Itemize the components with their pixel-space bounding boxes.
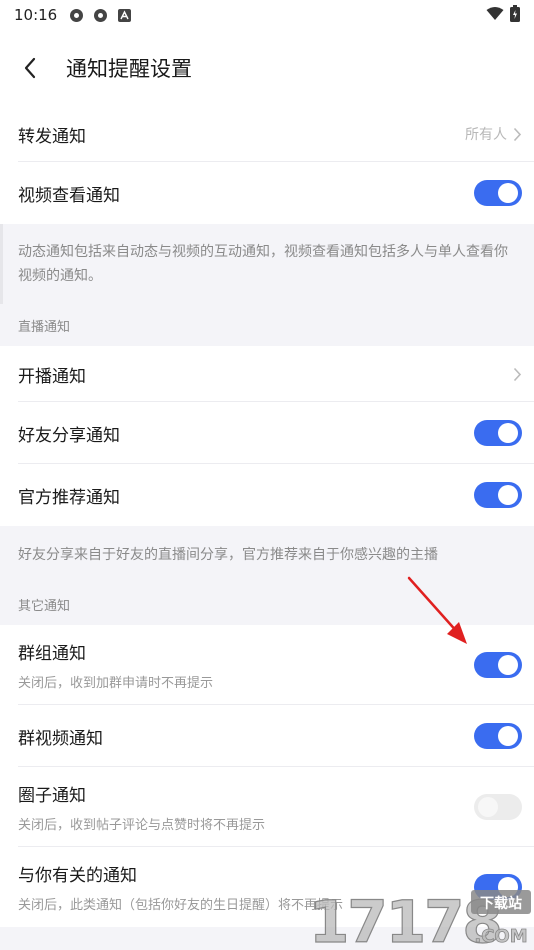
- row-label: 群视频通知: [18, 728, 103, 749]
- section-title-live: 直播通知: [18, 320, 71, 335]
- svg-text:下载站: 下载站: [480, 895, 522, 912]
- group-toggle[interactable]: [474, 652, 522, 678]
- app-notification-icon: [69, 8, 84, 23]
- forward-notification-row[interactable]: 转发通知 所有人: [0, 106, 534, 162]
- group-video-toggle[interactable]: [474, 723, 522, 749]
- row-sublabel: 关闭后，此类通知（包括你好友的生日提醒）将不再提示: [18, 898, 344, 913]
- status-bar: 10:16: [0, 0, 534, 30]
- video-view-notification-row: 视频查看通知: [0, 162, 534, 224]
- row-label: 开播通知: [18, 366, 86, 387]
- row-label: 官方推荐通知: [18, 487, 120, 508]
- row-sublabel: 关闭后，收到加群申请时不再提示: [18, 676, 214, 691]
- annotation-arrow-icon: [407, 576, 467, 644]
- status-time: 10:16: [14, 6, 58, 24]
- back-button[interactable]: [0, 40, 60, 96]
- row-label: 转发通知: [18, 126, 86, 147]
- row-label: 好友分享通知: [18, 425, 120, 446]
- video-view-toggle[interactable]: [474, 180, 522, 206]
- header: 通知提醒设置: [0, 30, 534, 106]
- wifi-icon: [486, 6, 504, 25]
- official-recommend-notification-row: 官方推荐通知: [0, 464, 534, 526]
- live-note: 好友分享来自于好友的直播间分享，官方推荐来自于你感兴趣的主播: [18, 547, 438, 563]
- row-sublabel: 关闭后，收到帖子评论与点赞时将不再提示: [18, 818, 266, 833]
- svg-text:.COM: .COM: [474, 926, 527, 947]
- friend-share-notification-row: 好友分享通知: [0, 402, 534, 464]
- circle-toggle[interactable]: [474, 794, 522, 820]
- go-live-notification-row[interactable]: 开播通知: [0, 346, 534, 402]
- watermark-logo: 17178 下载站 .COM: [305, 882, 534, 950]
- row-label: 群组通知: [18, 644, 86, 664]
- row-label: 圈子通知: [18, 786, 86, 806]
- row-label: 视频查看通知: [18, 185, 120, 206]
- battery-icon: [510, 4, 520, 26]
- app-notification-icon: [93, 8, 108, 23]
- circle-notification-row: 圈子通知 关闭后，收到帖子评论与点赞时将不再提示: [0, 767, 534, 847]
- official-recommend-toggle[interactable]: [474, 482, 522, 508]
- row-label: 与你有关的通知: [18, 866, 137, 886]
- chevron-left-icon: [24, 57, 36, 79]
- chevron-right-icon: [513, 367, 522, 381]
- page-title: 通知提醒设置: [66, 57, 192, 81]
- group-video-notification-row: 群视频通知: [0, 705, 534, 767]
- dynamic-note: 动态通知包括来自动态与视频的互动通知，视频查看通知包括多人与单人查看你视频的通知…: [18, 244, 508, 284]
- friend-share-toggle[interactable]: [474, 420, 522, 446]
- chevron-right-icon: [513, 127, 522, 141]
- font-a-icon: [117, 8, 132, 23]
- forward-audience-value: 所有人: [465, 127, 507, 143]
